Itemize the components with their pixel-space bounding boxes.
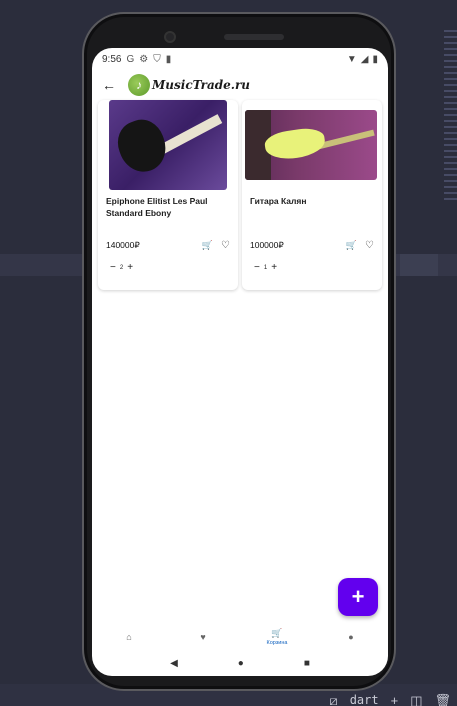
favorite-heart-icon[interactable]: ♡ (221, 240, 230, 251)
nav-home[interactable]: ⌂ (99, 632, 159, 643)
product-card[interactable]: Epiphone Elitist Les Paul Standard Ebony… (98, 100, 238, 290)
product-card[interactable]: Гитара Калян 100000₽ 🛒 ♡ − 1 + (242, 100, 382, 290)
price-row: 140000₽ 🛒 ♡ (106, 240, 230, 251)
home-icon: ⌂ (126, 631, 132, 642)
nav-favorites[interactable]: ♥ (173, 632, 233, 643)
speaker-grille (224, 34, 284, 40)
product-title: Epiphone Elitist Les Paul Standard Ebony (106, 196, 208, 218)
product-title: Гитара Калян (250, 196, 307, 206)
logo-guitar-icon: ♪ (128, 74, 150, 96)
system-back-icon[interactable]: ◀ (170, 658, 178, 669)
heart-icon: ♥ (200, 631, 206, 642)
nav-cart[interactable]: 🛒 Корзина (247, 628, 307, 646)
price-row: 100000₽ 🛒 ♡ (250, 240, 374, 251)
wifi-icon: ▼ (346, 53, 357, 65)
product-grid: Epiphone Elitist Les Paul Standard Ebony… (98, 100, 382, 290)
bottom-navigation: ⌂ ♥ 🛒 Корзина ● (92, 623, 388, 651)
desktop-band-right (400, 254, 438, 276)
status-time: 9:56 (102, 53, 122, 65)
terminal-label[interactable]: dart (350, 693, 379, 706)
shield-icon: ⛉ (153, 53, 161, 65)
product-image[interactable] (109, 100, 227, 190)
terminal-icon[interactable]: ⧄ (329, 693, 337, 706)
system-home-icon[interactable]: ● (238, 658, 244, 669)
desktop-toolbar: ⧄ dart + ◫ 🗑 (329, 693, 451, 706)
front-camera (164, 31, 176, 43)
quantity-value: 2 (119, 264, 124, 271)
app-bar: ← ♪ MusicTrade.ru (92, 70, 388, 100)
system-navigation: ◀ ● ■ (92, 653, 388, 673)
minus-icon[interactable]: − (254, 262, 260, 273)
add-to-cart-icon[interactable]: 🛒 (346, 240, 357, 251)
phone-frame: 9:56 G ⚙ ⛉ ▮ ▼ ◢ ▮ ← ♪ MusicTrade.ru Epi… (82, 12, 396, 691)
cart-icon: 🛒 (271, 628, 283, 638)
person-icon: ● (348, 631, 354, 642)
minus-icon[interactable]: − (110, 262, 116, 273)
signal-icon: ◢ (360, 53, 369, 65)
logo-text: MusicTrade.ru (152, 78, 251, 92)
add-to-cart-icon[interactable]: 🛒 (202, 240, 213, 251)
quantity-stepper: − 2 + (110, 262, 133, 273)
system-recents-icon[interactable]: ■ (304, 658, 310, 669)
nav-profile[interactable]: ● (321, 632, 381, 643)
product-price: 100000₽ (250, 240, 284, 250)
product-price: 140000₽ (106, 240, 140, 250)
battery-icon: ▮ (372, 53, 378, 65)
trash-icon[interactable]: 🗑 (434, 693, 451, 706)
back-arrow-icon[interactable]: ← (102, 77, 122, 93)
add-fab-button[interactable]: + (338, 578, 378, 616)
plus-icon[interactable]: + (127, 262, 133, 273)
lock-icon: ▮ (165, 53, 172, 65)
status-bar: 9:56 G ⚙ ⛉ ▮ ▼ ◢ ▮ (92, 48, 388, 70)
plus-icon[interactable]: + (271, 262, 277, 273)
quantity-value: 1 (263, 264, 268, 271)
favorite-heart-icon[interactable]: ♡ (365, 240, 374, 251)
g-icon: G (126, 53, 135, 65)
split-icon[interactable]: ◫ (410, 693, 422, 706)
code-minimap (444, 30, 457, 200)
phone-screen: 9:56 G ⚙ ⛉ ▮ ▼ ◢ ▮ ← ♪ MusicTrade.ru Epi… (92, 48, 388, 676)
gear-icon: ⚙ (139, 53, 149, 65)
nav-label: Корзина (266, 640, 288, 646)
product-image[interactable] (245, 110, 377, 180)
quantity-stepper: − 1 + (254, 262, 277, 273)
add-terminal-icon[interactable]: + (391, 693, 399, 706)
